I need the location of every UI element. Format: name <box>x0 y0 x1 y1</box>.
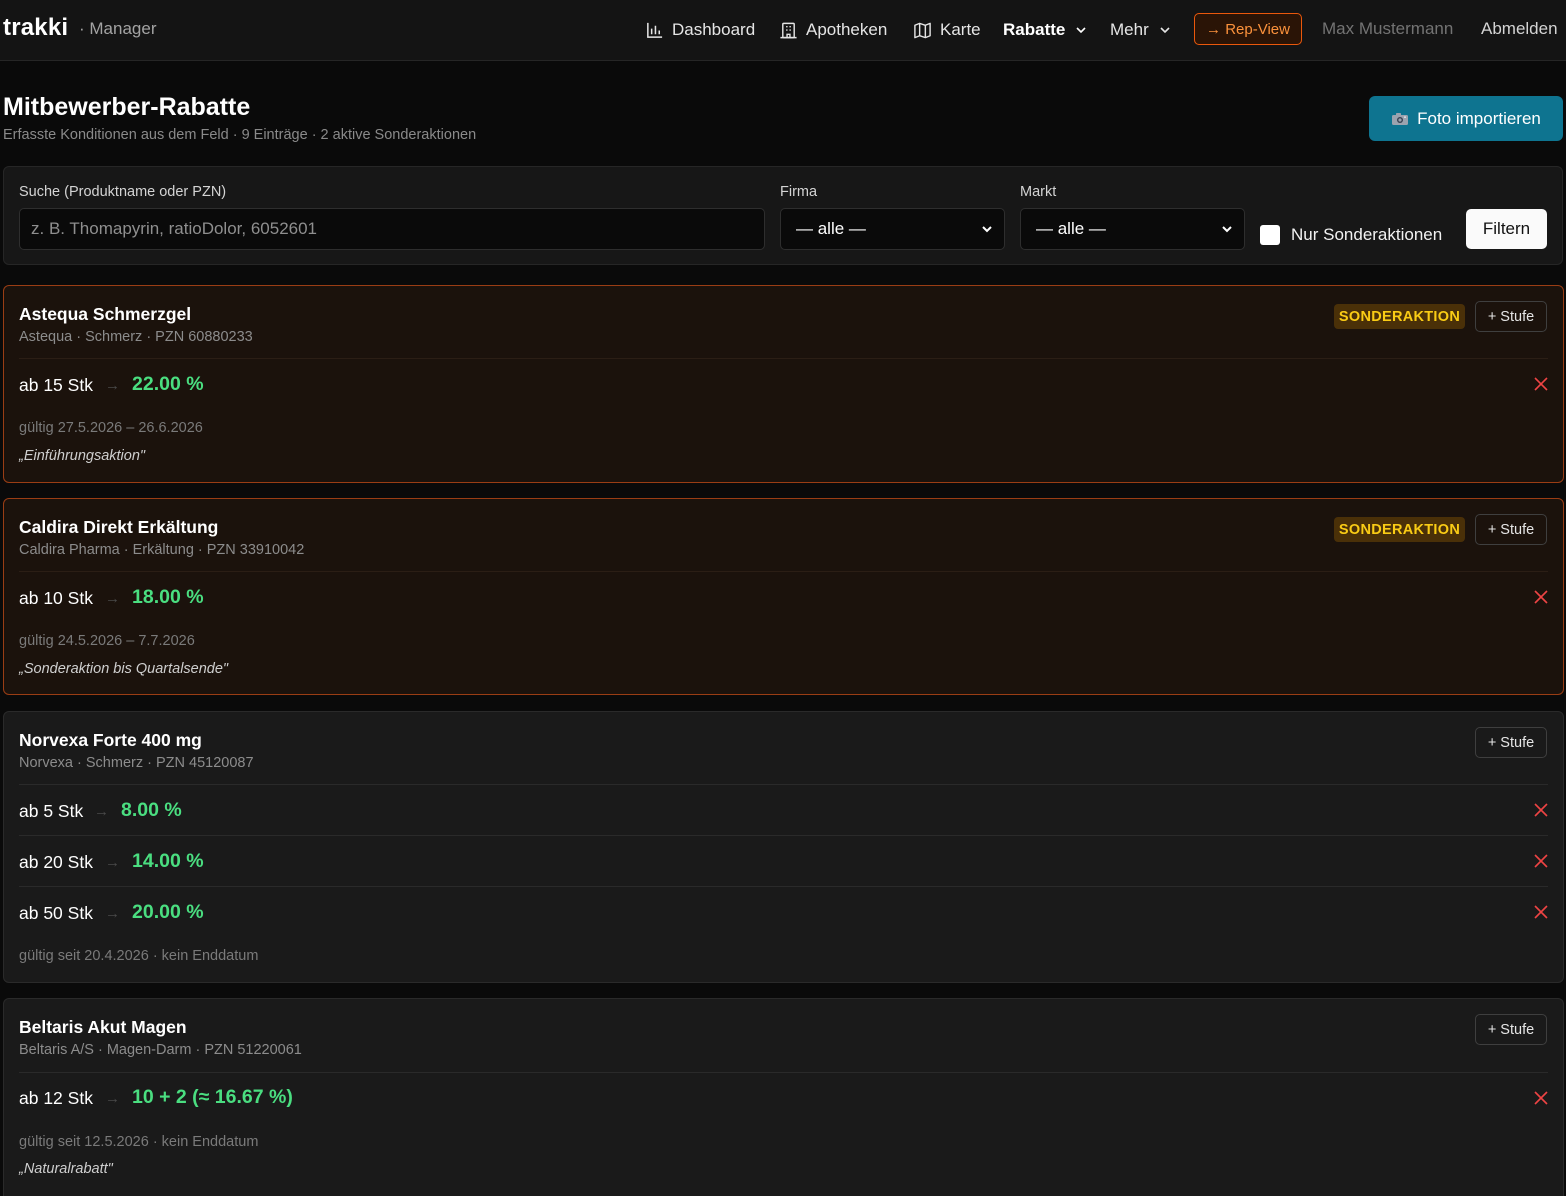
nav-item-label: Mehr <box>1110 20 1149 39</box>
tier-quantity: ab 15 Stk <box>19 375 93 395</box>
nav-item-karte[interactable]: Karte <box>913 18 981 42</box>
tier-quantity: ab 20 Stk <box>19 852 93 872</box>
divider <box>19 784 1548 785</box>
top-nav: trakki · Manager Dashboard Apotheken Kar… <box>0 0 1566 61</box>
brand-logo[interactable]: trakki <box>3 14 68 42</box>
validity-period: gültig seit 12.5.2026 · kein Enddatum <box>19 1134 259 1150</box>
firma-select[interactable]: — alle — <box>780 208 1005 250</box>
delete-tier-icon[interactable] <box>1531 800 1551 820</box>
delete-tier-icon[interactable] <box>1531 374 1551 394</box>
user-name: Max Mustermann <box>1322 19 1454 38</box>
tier-discount-value: 14.00 % <box>132 850 204 872</box>
tier-arrow: → <box>105 1090 120 1107</box>
product-meta: Norvexa · Schmerz · PZN 45120087 <box>19 755 254 771</box>
product-name: Beltaris Akut Magen <box>19 1017 187 1037</box>
discount-card: Norvexa Forte 400 mg Norvexa · Schmerz ·… <box>3 711 1564 983</box>
delete-tier-icon[interactable] <box>1531 851 1551 871</box>
product-meta: Caldira Pharma · Erkältung · PZN 3391004… <box>19 542 305 558</box>
discount-card: Beltaris Akut Magen Beltaris A/S · Magen… <box>3 998 1564 1196</box>
building-icon <box>780 22 797 38</box>
validity-period: gültig seit 20.4.2026 · kein Enddatum <box>19 948 259 964</box>
nav-item-rabatte[interactable]: Rabatte <box>1003 18 1087 42</box>
chevron-down-icon <box>1222 226 1232 233</box>
nav-item-apotheken[interactable]: Apotheken <box>779 18 887 42</box>
photo-import-button[interactable]: Foto importieren <box>1369 96 1563 141</box>
nav-item-label: Dashboard <box>672 20 756 39</box>
delete-tier-icon[interactable] <box>1531 587 1551 607</box>
delete-tier-icon[interactable] <box>1531 902 1551 922</box>
logout-link[interactable]: Abmelden <box>1481 19 1558 39</box>
only-special-toggle[interactable]: Nur Sonderaktionen <box>1260 225 1442 245</box>
validity-period: gültig 24.5.2026 – 7.7.2026 <box>19 633 195 649</box>
filter-button[interactable]: Filtern <box>1466 209 1547 249</box>
tier-discount-value: 18.00 % <box>132 586 204 608</box>
nav-item-label: Karte <box>940 20 981 39</box>
tier-quantity: ab 12 Stk <box>19 1088 93 1108</box>
chevron-down-icon <box>1160 27 1170 34</box>
nav-item-mehr[interactable]: Mehr <box>1110 18 1171 42</box>
search-label: Suche (Produktname oder PZN) <box>19 184 227 200</box>
only-special-checkbox[interactable] <box>1260 225 1280 245</box>
validity-period: gültig 27.5.2026 – 26.6.2026 <box>19 420 203 436</box>
chevron-down-icon <box>1076 27 1086 34</box>
divider <box>19 886 1548 887</box>
only-special-label: Nur Sonderaktionen <box>1291 225 1443 244</box>
card-note: „Einführungsaktion" <box>19 448 146 464</box>
tier-discount-value: 22.00 % <box>132 373 204 395</box>
bar-chart-icon <box>647 22 663 38</box>
product-name: Caldira Direkt Erkältung <box>19 517 219 537</box>
product-meta: Astequa · Schmerz · PZN 60880233 <box>19 329 253 345</box>
add-tier-button[interactable]: + Stufe <box>1475 727 1547 758</box>
tier-arrow: → <box>94 803 109 820</box>
special-badge: SONDERAKTION <box>1334 304 1465 329</box>
divider <box>19 1072 1548 1073</box>
add-tier-button[interactable]: + Stufe <box>1475 514 1547 545</box>
tier-quantity: ab 5 Stk <box>19 801 84 821</box>
nav-item-label: Rabatte <box>1003 20 1066 39</box>
product-name: Norvexa Forte 400 mg <box>19 730 202 750</box>
divider <box>19 835 1548 836</box>
page-title: Mitbewerber-Rabatte <box>3 93 251 121</box>
chevron-down-icon <box>982 226 992 233</box>
add-tier-button[interactable]: + Stufe <box>1475 1014 1547 1045</box>
filter-panel: Suche (Produktname oder PZN) Firma — all… <box>3 166 1563 265</box>
tier-arrow: → <box>105 854 120 871</box>
markt-select[interactable]: — alle — <box>1020 208 1245 250</box>
search-input[interactable] <box>19 208 765 250</box>
markt-select-value: — alle — <box>1036 219 1106 238</box>
tier-discount-value: 8.00 % <box>121 799 182 821</box>
delete-tier-icon[interactable] <box>1531 1088 1551 1108</box>
tier-discount-value: 20.00 % <box>132 901 204 923</box>
card-note: „Sonderaktion bis Quartalsende" <box>19 661 229 677</box>
divider <box>19 571 1548 572</box>
tier-quantity: ab 50 Stk <box>19 903 93 923</box>
firma-select-value: — alle — <box>796 219 866 238</box>
tier-arrow: → <box>105 905 120 922</box>
nav-item-label: Apotheken <box>806 20 888 39</box>
card-note: „Naturalrabatt" <box>19 1161 113 1177</box>
add-tier-button[interactable]: + Stufe <box>1475 301 1547 332</box>
firma-label: Firma <box>780 184 818 200</box>
camera-icon <box>1392 112 1409 125</box>
page-subtitle: Erfasste Konditionen aus dem Feld · 9 Ei… <box>3 127 477 143</box>
divider <box>19 358 1548 359</box>
rep-view-button[interactable]: → Rep-View <box>1194 13 1302 45</box>
product-meta: Beltaris A/S · Magen-Darm · PZN 51220061 <box>19 1042 302 1058</box>
photo-import-label: Foto importieren <box>1417 108 1541 128</box>
tier-arrow: → <box>105 590 120 607</box>
markt-label: Markt <box>1020 184 1057 200</box>
brand-subtitle: · Manager <box>79 19 157 38</box>
discount-card: Caldira Direkt Erkältung Caldira Pharma … <box>3 498 1564 695</box>
special-badge: SONDERAKTION <box>1334 517 1465 542</box>
tier-arrow: → <box>105 377 120 394</box>
tier-quantity: ab 10 Stk <box>19 588 93 608</box>
discount-card: Astequa Schmerzgel Astequa · Schmerz · P… <box>3 285 1564 483</box>
map-icon <box>914 22 931 38</box>
tier-discount-value: 10 + 2 (≈ 16.67 %) <box>132 1086 293 1108</box>
product-name: Astequa Schmerzgel <box>19 304 192 324</box>
nav-item-dashboard[interactable]: Dashboard <box>645 18 755 42</box>
